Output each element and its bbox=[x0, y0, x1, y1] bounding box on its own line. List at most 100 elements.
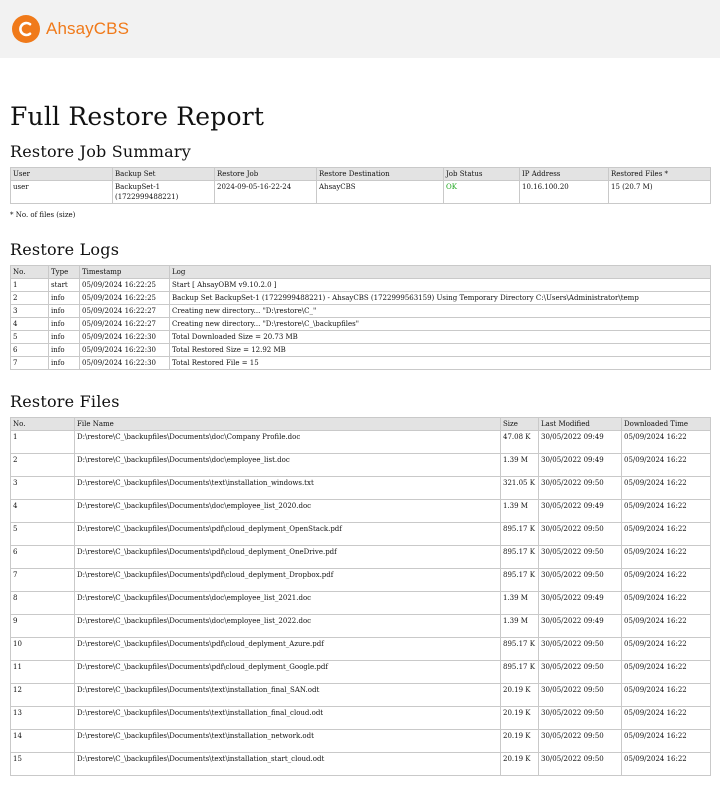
log-type-cell: info bbox=[48, 343, 80, 357]
downloaded-time-cell: 05/09/2024 16:22 bbox=[621, 660, 711, 684]
table-row: 3 D:\restore\C_\backupfiles\Documents\tex… bbox=[10, 476, 711, 500]
report-content: Full Restore Report Restore Job Summary … bbox=[0, 102, 720, 776]
column-header: Size bbox=[500, 417, 539, 431]
file-size-cell: 1.39 M bbox=[500, 614, 539, 638]
file-name-cell: D:\restore\C_\backupfiles\Documents\pdf\… bbox=[74, 568, 501, 592]
column-header: IP Address bbox=[519, 167, 609, 181]
file-number-cell: 10 bbox=[10, 637, 75, 661]
table-row: 7 info 05/09/2024 16:22:30 Total Restored F… bbox=[10, 356, 711, 370]
table-row: 1 start 05/09/2024 16:22:25 Start [ AhsayOB… bbox=[10, 278, 711, 292]
page-title: Full Restore Report bbox=[10, 102, 265, 131]
file-size-cell: 1.39 M bbox=[500, 499, 539, 523]
file-name-cell: D:\restore\C_\backupfiles\Documents\pdf\… bbox=[74, 660, 501, 684]
downloaded-time-cell: 05/09/2024 16:22 bbox=[621, 683, 711, 707]
file-size-cell: 47.08 K bbox=[500, 430, 539, 454]
table-row: 1 D:\restore\C_\backupfiles\Documents\doc… bbox=[10, 430, 711, 454]
log-type-cell: info bbox=[48, 330, 80, 344]
file-name-cell: D:\restore\C_\backupfiles\Documents\doc\… bbox=[74, 430, 501, 454]
last-modified-cell: 30/05/2022 09:50 bbox=[538, 568, 622, 592]
column-header: Type bbox=[48, 265, 80, 279]
table-row: 9 D:\restore\C_\backupfiles\Documents\doc… bbox=[10, 614, 711, 638]
file-name-cell: D:\restore\C_\backupfiles\Documents\text… bbox=[74, 476, 501, 500]
log-number-cell: 1 bbox=[10, 278, 49, 292]
log-timestamp-cell: 05/09/2024 16:22:27 bbox=[79, 317, 170, 331]
file-name-cell: D:\restore\C_\backupfiles\Documents\text… bbox=[74, 683, 501, 707]
log-type-cell: info bbox=[48, 356, 80, 370]
log-timestamp-cell: 05/09/2024 16:22:25 bbox=[79, 291, 170, 305]
status-badge: OK bbox=[443, 180, 520, 204]
last-modified-cell: 30/05/2022 09:49 bbox=[538, 591, 622, 615]
restored-files-cell: 15 (20.7 M) bbox=[608, 180, 711, 204]
table-row: 6 D:\restore\C_\backupfiles\Documents\pdf… bbox=[10, 545, 711, 569]
table-row: 10 D:\restore\C_\backupfiles\Documents\pd… bbox=[10, 637, 711, 661]
log-timestamp-cell: 05/09/2024 16:22:30 bbox=[79, 343, 170, 357]
last-modified-cell: 30/05/2022 09:50 bbox=[538, 683, 622, 707]
file-size-cell: 20.19 K bbox=[500, 706, 539, 730]
column-header: Downloaded Time bbox=[621, 417, 711, 431]
column-header: Log bbox=[169, 265, 711, 279]
file-name-cell: D:\restore\C_\backupfiles\Documents\text… bbox=[74, 706, 501, 730]
column-header: File Name bbox=[74, 417, 501, 431]
files-heading: Restore Files bbox=[10, 392, 120, 411]
summary-footnote: * No. of files (size) bbox=[10, 211, 76, 219]
file-size-cell: 20.19 K bbox=[500, 729, 539, 753]
column-header: No. bbox=[10, 417, 75, 431]
last-modified-cell: 30/05/2022 09:49 bbox=[538, 453, 622, 477]
file-number-cell: 12 bbox=[10, 683, 75, 707]
last-modified-cell: 30/05/2022 09:50 bbox=[538, 637, 622, 661]
log-message-cell: Backup Set BackupSet-1 (1722999488221) -… bbox=[169, 291, 711, 305]
table-row: 4 D:\restore\C_\backupfiles\Documents\doc… bbox=[10, 499, 711, 523]
table-row: 3 info 05/09/2024 16:22:27 Creating new dir… bbox=[10, 304, 711, 318]
files-table: No. File Name Size Last Modified Downloa… bbox=[10, 417, 711, 776]
table-row: 13 D:\restore\C_\backupfiles\Documents\te… bbox=[10, 706, 711, 730]
table-row: 12 D:\restore\C_\backupfiles\Documents\te… bbox=[10, 683, 711, 707]
file-number-cell: 15 bbox=[10, 752, 75, 776]
column-header: User bbox=[10, 167, 113, 181]
log-number-cell: 3 bbox=[10, 304, 49, 318]
summary-heading: Restore Job Summary bbox=[10, 142, 192, 161]
file-size-cell: 1.39 M bbox=[500, 591, 539, 615]
file-number-cell: 8 bbox=[10, 591, 75, 615]
table-row: 5 D:\restore\C_\backupfiles\Documents\pdf… bbox=[10, 522, 711, 546]
table-row: 2 D:\restore\C_\backupfiles\Documents\doc… bbox=[10, 453, 711, 477]
user-cell: user bbox=[10, 180, 113, 204]
file-size-cell: 895.17 K bbox=[500, 660, 539, 684]
top-bar: AhsayCBS bbox=[0, 0, 720, 58]
file-name-cell: D:\restore\C_\backupfiles\Documents\text… bbox=[74, 729, 501, 753]
log-message-cell: Creating new directory... "D:\restore\C_… bbox=[169, 317, 711, 331]
table-row: user BackupSet-1 (1722999488221) 2024-09… bbox=[10, 180, 711, 204]
log-message-cell: Total Restored File = 15 bbox=[169, 356, 711, 370]
file-number-cell: 3 bbox=[10, 476, 75, 500]
file-name-cell: D:\restore\C_\backupfiles\Documents\pdf\… bbox=[74, 545, 501, 569]
log-type-cell: info bbox=[48, 291, 80, 305]
column-header: Backup Set bbox=[112, 167, 215, 181]
column-header: No. bbox=[10, 265, 49, 279]
file-name-cell: D:\restore\C_\backupfiles\Documents\pdf\… bbox=[74, 637, 501, 661]
log-message-cell: Start [ AhsayOBM v9.10.2.0 ] bbox=[169, 278, 711, 292]
table-row: 5 info 05/09/2024 16:22:30 Total Downloaded… bbox=[10, 330, 711, 344]
last-modified-cell: 30/05/2022 09:50 bbox=[538, 522, 622, 546]
downloaded-time-cell: 05/09/2024 16:22 bbox=[621, 430, 711, 454]
table-row: 6 info 05/09/2024 16:22:30 Total Restored S… bbox=[10, 343, 711, 357]
log-timestamp-cell: 05/09/2024 16:22:30 bbox=[79, 330, 170, 344]
table-row: 11 D:\restore\C_\backupfiles\Documents\pd… bbox=[10, 660, 711, 684]
log-timestamp-cell: 05/09/2024 16:22:25 bbox=[79, 278, 170, 292]
log-type-cell: info bbox=[48, 304, 80, 318]
file-size-cell: 321.05 K bbox=[500, 476, 539, 500]
logo-text: AhsayCBS bbox=[46, 19, 130, 38]
file-number-cell: 14 bbox=[10, 729, 75, 753]
downloaded-time-cell: 05/09/2024 16:22 bbox=[621, 568, 711, 592]
log-timestamp-cell: 05/09/2024 16:22:30 bbox=[79, 356, 170, 370]
log-number-cell: 4 bbox=[10, 317, 49, 331]
table-row: 7 D:\restore\C_\backupfiles\Documents\pdf… bbox=[10, 568, 711, 592]
downloaded-time-cell: 05/09/2024 16:22 bbox=[621, 499, 711, 523]
last-modified-cell: 30/05/2022 09:49 bbox=[538, 614, 622, 638]
log-message-cell: Total Downloaded Size = 20.73 MB bbox=[169, 330, 711, 344]
files-header-row: No. File Name Size Last Modified Downloa… bbox=[10, 417, 711, 431]
summary-table: User Backup Set Restore Job Restore Dest… bbox=[10, 167, 711, 204]
downloaded-time-cell: 05/09/2024 16:22 bbox=[621, 522, 711, 546]
column-header: Last Modified bbox=[538, 417, 622, 431]
downloaded-time-cell: 05/09/2024 16:22 bbox=[621, 752, 711, 776]
file-name-cell: D:\restore\C_\backupfiles\Documents\doc\… bbox=[74, 614, 501, 638]
file-name-cell: D:\restore\C_\backupfiles\Documents\text… bbox=[74, 752, 501, 776]
